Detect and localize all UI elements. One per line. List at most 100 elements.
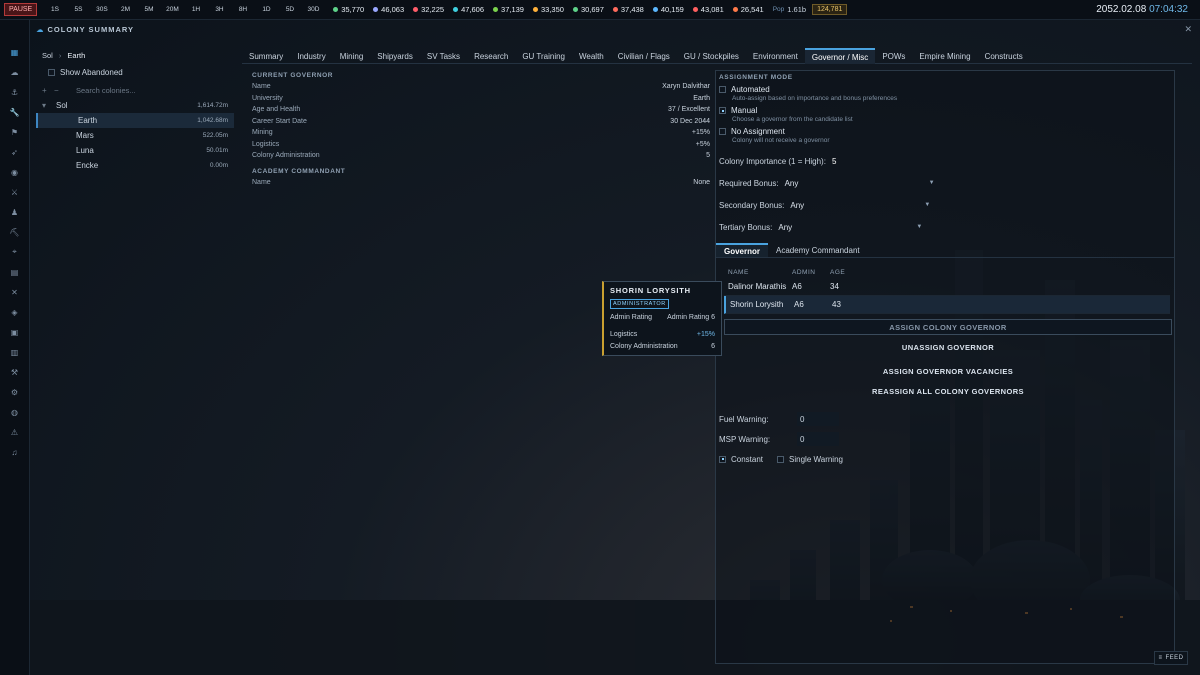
time-step-1h[interactable]: 1H <box>184 6 208 13</box>
reassign-all-governors-button[interactable]: REASSIGN ALL COLONY GOVERNORS <box>724 383 1172 399</box>
warning-icon[interactable]: ⚠ <box>0 422 29 442</box>
time-step-5m[interactable]: 5M <box>137 6 161 13</box>
tab-summary[interactable]: Summary <box>242 48 290 64</box>
tab-constructs[interactable]: Constructs <box>978 48 1030 64</box>
tab-research[interactable]: Research <box>467 48 515 64</box>
tab-gu-training[interactable]: GU Training <box>515 48 572 64</box>
tree-colony-luna[interactable]: Luna 50.01m <box>36 143 234 158</box>
time-step-5s[interactable]: 5S <box>67 6 91 13</box>
required-bonus-value: Any <box>784 178 799 188</box>
mode-manual-radio[interactable]: Manual <box>716 105 1174 116</box>
importance-input[interactable]: 5 <box>832 157 836 166</box>
feed-button[interactable]: ≡ FEED <box>1154 651 1188 665</box>
hammer-icon[interactable]: ⚒ <box>0 362 29 382</box>
fuel-warning-input[interactable]: 0 <box>797 412 839 426</box>
clipboard-icon[interactable]: ▤ <box>0 262 29 282</box>
resource-bar: 35,770 46,063 32,225 47,606 37,139 33,350 30,6… <box>333 5 772 14</box>
collapse-all-icon[interactable]: − <box>48 86 60 95</box>
mode-no-assignment-radio[interactable]: No Assignment <box>716 126 1174 137</box>
governor-field-row: Name Xaryn Dalvithar <box>252 81 710 93</box>
tree-colony-mars[interactable]: Mars 522.05m <box>36 128 234 143</box>
corbomite-icon <box>373 7 379 12</box>
time-step-20m[interactable]: 20M <box>161 6 185 13</box>
pickaxe-icon[interactable]: ⛏ <box>0 222 29 242</box>
warning-mode-row: Constant Single Warning <box>716 449 1174 469</box>
field-label: Name <box>252 83 271 91</box>
assign-colony-governor-button[interactable]: ASSIGN COLONY GOVERNOR <box>724 319 1172 335</box>
show-abandoned-checkbox[interactable]: Show Abandoned <box>36 68 234 77</box>
radio-box[interactable] <box>719 107 726 114</box>
time-step-1s[interactable]: 1S <box>43 6 67 13</box>
expand-all-icon[interactable]: + <box>36 86 48 95</box>
colony-tabs: Summary Industry Mining Shipyards SV Tasks Re… <box>242 48 1192 64</box>
time-step-8h[interactable]: 8H <box>231 6 255 13</box>
box-icon[interactable]: ▣ <box>0 322 29 342</box>
tab-shipyards[interactable]: Shipyards <box>370 48 420 64</box>
fleet-icon[interactable]: ☁ <box>0 62 29 82</box>
unassign-governor-button[interactable]: UNASSIGN GOVERNOR <box>724 339 1172 355</box>
tertiary-bonus-dropdown[interactable]: Any ▼ <box>778 223 922 232</box>
single-warning-radio[interactable] <box>777 455 785 463</box>
tab-gu-stockpiles[interactable]: GU / Stockpiles <box>677 48 746 64</box>
required-bonus-dropdown[interactable]: Any ▼ <box>785 179 935 188</box>
tab-governor-misc[interactable]: Governor / Misc <box>804 48 876 64</box>
rocket-icon[interactable]: ➶ <box>0 142 29 162</box>
time-step-2m[interactable]: 2M <box>114 6 138 13</box>
close-x-icon[interactable]: ✕ <box>0 282 29 302</box>
secondary-bonus-dropdown[interactable]: Any ▼ <box>790 201 930 210</box>
pause-button[interactable]: PAUSE <box>4 3 38 16</box>
colony-search-input[interactable]: Search colonies... <box>76 86 136 95</box>
close-icon[interactable]: ✕ <box>1184 24 1192 35</box>
wrench-icon[interactable]: 🔧 <box>0 102 29 122</box>
tertiary-bonus-value: Any <box>778 222 793 232</box>
tab-sv-tasks[interactable]: SV Tasks <box>420 48 467 64</box>
time-step-3h[interactable]: 3H <box>208 6 232 13</box>
tab-mining[interactable]: Mining <box>333 48 371 64</box>
subtab-academy-commandant[interactable]: Academy Commandant <box>768 243 868 257</box>
target-icon[interactable]: ◉ <box>0 162 29 182</box>
time-step-5d[interactable]: 5D <box>278 6 302 13</box>
tag-icon[interactable]: ◈ <box>0 302 29 322</box>
document-icon[interactable]: ▥ <box>0 342 29 362</box>
tab-civilian-flags[interactable]: Civilian / Flags <box>611 48 677 64</box>
msp-warning-input[interactable]: 0 <box>797 432 839 446</box>
radio-box[interactable] <box>719 128 726 135</box>
population-value: 1.61b <box>787 5 807 14</box>
table-row[interactable]: Shorin Lorysith A6 43 <box>724 296 1170 314</box>
person-icon[interactable]: ♟ <box>0 202 29 222</box>
gear-icon[interactable]: ⚙ <box>0 382 29 402</box>
breadcrumb-system[interactable]: Sol <box>42 51 53 60</box>
tree-system-sol[interactable]: ▾ Sol 1,614.72m <box>36 98 234 113</box>
time-step-1d[interactable]: 1D <box>255 6 279 13</box>
checkbox-box[interactable] <box>48 69 55 76</box>
mode-automated-radio[interactable]: Automated <box>716 84 1174 95</box>
anchor-icon[interactable]: ⚓ <box>0 82 29 102</box>
tab-pows[interactable]: POWs <box>875 48 912 64</box>
chevron-down-icon[interactable]: ▾ <box>36 101 46 110</box>
tab-environment[interactable]: Environment <box>746 48 805 64</box>
table-row[interactable]: Dalinor Marathis A6 34 <box>724 278 1170 296</box>
grid-icon[interactable]: ▦ <box>0 42 29 62</box>
constant-radio[interactable] <box>719 455 726 463</box>
radio-box[interactable] <box>719 86 726 93</box>
tree-colony-encke[interactable]: Encke 0.00m <box>36 158 234 173</box>
tab-empire-mining[interactable]: Empire Mining <box>912 48 977 64</box>
time-step-30d[interactable]: 30D <box>302 6 326 13</box>
single-warning-label: Single Warning <box>789 454 843 464</box>
music-icon[interactable]: ♫ <box>0 442 29 462</box>
tab-industry[interactable]: Industry <box>290 48 332 64</box>
candidate-table: NAME ADMIN AGE Dalinor Marathis A6 34 Shori… <box>724 266 1170 314</box>
planet-icon[interactable]: ◍ <box>0 402 29 422</box>
governor-field-row: Age and Health 37 / Excellent <box>252 104 710 116</box>
tree-colony-earth[interactable]: Earth 1,042.68m <box>36 113 234 128</box>
candidate-admin: A6 <box>792 282 802 291</box>
flag-icon[interactable]: ⚑ <box>0 122 29 142</box>
crossed-swords-icon[interactable]: ⚔ <box>0 182 29 202</box>
tab-wealth[interactable]: Wealth <box>572 48 611 64</box>
subtab-governor[interactable]: Governor <box>716 243 769 257</box>
telescope-icon[interactable]: ⌖ <box>0 242 29 262</box>
resource-value: 26,541 <box>740 5 764 14</box>
colony-name: Luna <box>76 146 94 155</box>
time-step-30s[interactable]: 30S <box>90 6 114 13</box>
assign-governor-vacancies-button[interactable]: ASSIGN GOVERNOR VACANCIES <box>724 363 1172 379</box>
